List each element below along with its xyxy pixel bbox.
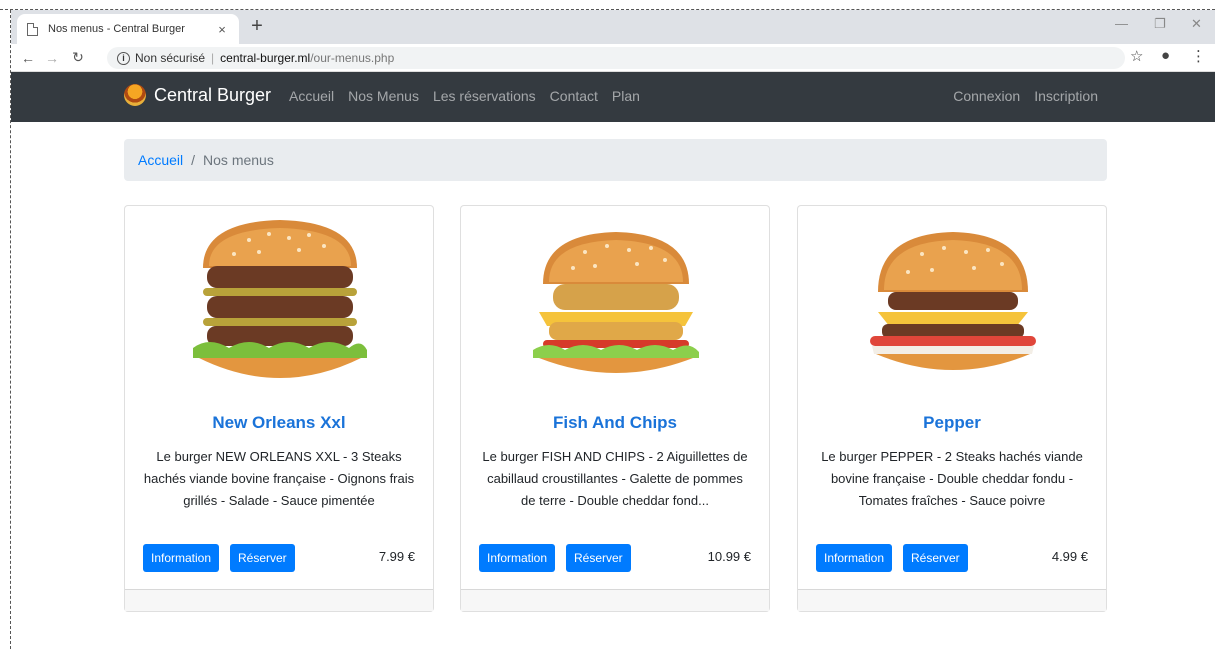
burger-logo-icon [124,84,146,106]
address-bar: ← → ↻ i Non sécurisé | central-burger.ml… [11,44,1215,72]
card-footer [125,589,433,611]
window-close-icon[interactable]: ✕ [1191,16,1202,32]
brand-name: Central Burger [154,84,272,105]
forward-icon[interactable]: → [41,50,63,66]
card-footer [798,589,1106,611]
menu-description: Le burger PEPPER - 2 Steaks hachés viand… [821,449,1083,508]
security-label: Non sécurisé [135,51,206,65]
menu-description: Le burger FISH AND CHIPS - 2 Aiguillette… [482,449,748,508]
url-path: /our-menus.php [310,51,395,65]
url-input[interactable]: i Non sécurisé | central-burger.ml/our-m… [107,47,1125,69]
profile-icon[interactable]: ● [1161,47,1170,64]
browser-tab[interactable]: Nos menus - Central Burger × [17,14,239,44]
nav-reservations[interactable]: Les réservations [433,88,536,104]
card-footer [461,589,769,611]
nav-nos-menus[interactable]: Nos Menus [348,88,419,104]
breadcrumb-home-link[interactable]: Accueil [138,152,183,168]
page-icon [27,22,38,36]
url-host: central-burger.ml [220,51,311,65]
minimize-icon[interactable]: — [1115,16,1128,31]
nav-plan[interactable]: Plan [612,88,640,104]
menu-title[interactable]: Fish And Chips [461,413,769,433]
breadcrumb-current: Nos menus [203,152,274,168]
menu-card: New Orleans Xxl Le burger NEW ORLEANS XX… [124,205,434,612]
burger-image [193,220,367,378]
nav-inscription[interactable]: Inscription [1034,88,1098,104]
nav-connexion[interactable]: Connexion [953,88,1020,104]
menu-title[interactable]: New Orleans Xxl [125,413,433,433]
reload-icon[interactable]: ↻ [67,49,89,66]
reserve-button[interactable]: Réserver [903,544,968,572]
breadcrumb: Accueil / Nos menus [124,139,1107,181]
site-navbar: Central Burger Accueil Nos Menus Les rés… [11,72,1215,122]
breadcrumb-separator: / [191,152,196,168]
browser-window: Nos menus - Central Burger × + — ❐ ✕ ← →… [10,10,1215,649]
back-icon[interactable]: ← [17,50,39,66]
restore-icon[interactable]: ❐ [1154,16,1166,32]
menu-description: Le burger NEW ORLEANS XXL - 3 Steaks hac… [143,449,415,508]
tab-bar: Nos menus - Central Burger × + — ❐ ✕ [11,10,1215,44]
reserve-button[interactable]: Réserver [566,544,631,572]
nav-contact[interactable]: Contact [550,88,598,104]
burger-image [533,232,699,373]
information-button[interactable]: Information [143,544,220,572]
menu-price: 4.99 € [1051,549,1088,564]
tab-close-icon[interactable]: × [215,22,229,37]
nav-links: Accueil Nos Menus Les réservations Conta… [289,88,640,104]
nav-auth-links: Connexion Inscription [953,88,1098,104]
menu-icon[interactable]: ⋮ [1191,47,1206,65]
menu-title[interactable]: Pepper [798,413,1106,433]
brand-link[interactable]: Central Burger [124,84,271,106]
burger-image [870,232,1036,370]
info-icon[interactable]: i [117,51,130,65]
top-annotation-strip [0,0,1215,10]
information-button[interactable]: Information [816,544,893,572]
menu-card: Fish And Chips Le burger FISH AND CHIPS … [460,205,770,612]
tab-title: Nos menus - Central Burger [48,23,185,35]
url-separator: | [211,51,215,65]
menu-price: 10.99 € [707,549,751,564]
reserve-button[interactable]: Réserver [230,544,295,572]
menu-price: 7.99 € [378,549,415,564]
menu-card: Pepper Le burger PEPPER - 2 Steaks haché… [797,205,1107,612]
information-button[interactable]: Information [479,544,556,572]
bookmark-star-icon[interactable]: ☆ [1130,47,1143,65]
nav-accueil[interactable]: Accueil [289,88,334,104]
new-tab-icon[interactable]: + [247,15,267,38]
